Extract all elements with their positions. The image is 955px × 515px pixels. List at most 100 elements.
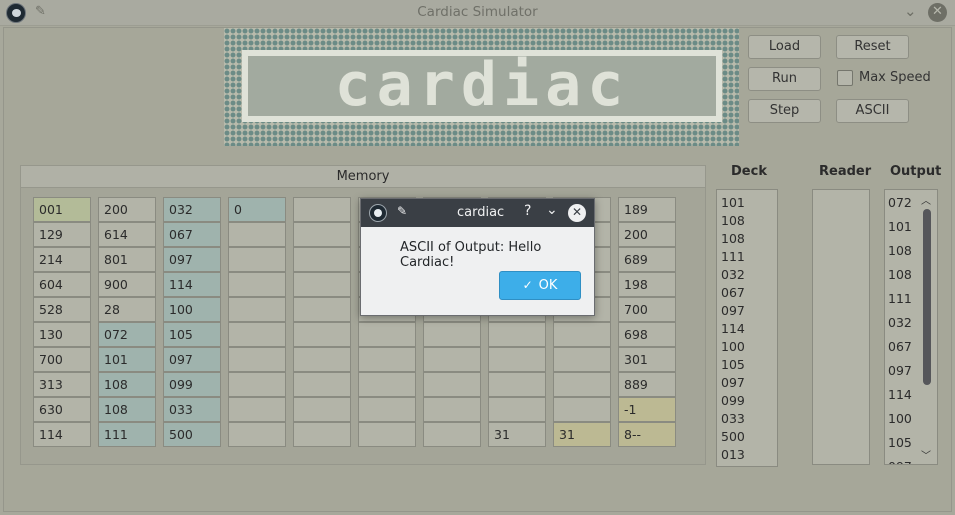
list-item[interactable]: 114: [717, 320, 777, 338]
memory-cell[interactable]: [228, 247, 286, 272]
memory-cell[interactable]: 689: [618, 247, 676, 272]
memory-cell[interactable]: [423, 422, 481, 447]
memory-cell[interactable]: 31: [553, 422, 611, 447]
list-item[interactable]: 108: [717, 230, 777, 248]
help-icon[interactable]: ?: [524, 203, 531, 219]
memory-cell[interactable]: 313: [33, 372, 91, 397]
memory-cell[interactable]: 067: [163, 222, 221, 247]
memory-cell[interactable]: 698: [618, 322, 676, 347]
memory-cell[interactable]: [553, 372, 611, 397]
list-item[interactable]: 032: [717, 266, 777, 284]
list-item[interactable]: 097: [717, 302, 777, 320]
list-item[interactable]: 111: [717, 248, 777, 266]
memory-cell[interactable]: 28: [98, 297, 156, 322]
load-button[interactable]: Load: [748, 35, 821, 59]
memory-cell[interactable]: 129: [33, 222, 91, 247]
run-button[interactable]: Run: [748, 67, 821, 91]
memory-cell[interactable]: [228, 297, 286, 322]
list-item[interactable]: 108: [717, 212, 777, 230]
memory-cell[interactable]: [228, 322, 286, 347]
memory-cell[interactable]: [553, 397, 611, 422]
list-item[interactable]: 099: [717, 392, 777, 410]
memory-cell[interactable]: [228, 222, 286, 247]
memory-cell[interactable]: [488, 372, 546, 397]
ok-button[interactable]: ✓ OK: [499, 271, 581, 300]
memory-cell[interactable]: [228, 272, 286, 297]
reader-list[interactable]: [812, 189, 870, 465]
memory-cell[interactable]: 700: [618, 297, 676, 322]
memory-cell[interactable]: [423, 397, 481, 422]
memory-cell[interactable]: 0: [228, 197, 286, 222]
memory-cell[interactable]: [488, 322, 546, 347]
memory-cell[interactable]: [293, 397, 351, 422]
step-button[interactable]: Step: [748, 99, 821, 123]
memory-cell[interactable]: 198: [618, 272, 676, 297]
memory-cell[interactable]: 604: [33, 272, 91, 297]
memory-cell[interactable]: 114: [163, 272, 221, 297]
memory-cell[interactable]: 111: [98, 422, 156, 447]
memory-cell[interactable]: 8--: [618, 422, 676, 447]
ascii-button[interactable]: ASCII: [836, 99, 909, 123]
memory-cell[interactable]: [423, 372, 481, 397]
memory-cell[interactable]: [293, 322, 351, 347]
memory-cell[interactable]: [293, 347, 351, 372]
memory-cell[interactable]: 097: [163, 247, 221, 272]
memory-cell[interactable]: 101: [98, 347, 156, 372]
memory-cell[interactable]: 500: [163, 422, 221, 447]
memory-cell[interactable]: 099: [163, 372, 221, 397]
memory-cell[interactable]: 801: [98, 247, 156, 272]
list-item[interactable]: 033: [717, 410, 777, 428]
output-scrollbar[interactable]: ︿ ﹀: [919, 190, 935, 464]
memory-cell[interactable]: -1: [618, 397, 676, 422]
memory-cell[interactable]: 200: [618, 222, 676, 247]
memory-cell[interactable]: 31: [488, 422, 546, 447]
memory-cell[interactable]: 889: [618, 372, 676, 397]
memory-cell[interactable]: [293, 272, 351, 297]
memory-cell[interactable]: 097: [163, 347, 221, 372]
memory-cell[interactable]: [358, 422, 416, 447]
memory-cell[interactable]: 700: [33, 347, 91, 372]
close-icon[interactable]: ✕: [928, 3, 947, 22]
memory-cell[interactable]: [553, 347, 611, 372]
memory-cell[interactable]: [358, 372, 416, 397]
memory-cell[interactable]: 108: [98, 372, 156, 397]
dialog-close-icon[interactable]: ✕: [568, 204, 586, 222]
memory-cell[interactable]: 100: [163, 297, 221, 322]
memory-cell[interactable]: [228, 347, 286, 372]
memory-cell[interactable]: [293, 222, 351, 247]
max-speed-checkbox[interactable]: [837, 70, 853, 86]
scroll-thumb[interactable]: [923, 209, 931, 385]
memory-cell[interactable]: [358, 397, 416, 422]
memory-cell[interactable]: 032: [163, 197, 221, 222]
dialog-pin-icon[interactable]: ✎: [397, 204, 407, 218]
memory-cell[interactable]: [293, 372, 351, 397]
memory-cell[interactable]: 108: [98, 397, 156, 422]
list-item[interactable]: 100: [717, 338, 777, 356]
memory-cell[interactable]: [293, 197, 351, 222]
memory-cell[interactable]: 214: [33, 247, 91, 272]
memory-cell[interactable]: 630: [33, 397, 91, 422]
list-item[interactable]: 105: [717, 356, 777, 374]
memory-cell[interactable]: 189: [618, 197, 676, 222]
dialog-minimize-chevron-icon[interactable]: ⌄: [546, 202, 558, 218]
scroll-up-icon[interactable]: ︿: [921, 192, 931, 207]
memory-cell[interactable]: 130: [33, 322, 91, 347]
memory-cell[interactable]: [423, 322, 481, 347]
reset-button[interactable]: Reset: [836, 35, 909, 59]
memory-cell[interactable]: [423, 347, 481, 372]
memory-cell[interactable]: [228, 422, 286, 447]
memory-cell[interactable]: 301: [618, 347, 676, 372]
memory-cell[interactable]: 001: [33, 197, 91, 222]
list-item[interactable]: 013: [717, 446, 777, 464]
memory-cell[interactable]: [358, 322, 416, 347]
memory-cell[interactable]: 200: [98, 197, 156, 222]
memory-cell[interactable]: 114: [33, 422, 91, 447]
memory-cell[interactable]: 900: [98, 272, 156, 297]
minimize-chevron-icon[interactable]: ⌄: [904, 2, 917, 20]
scroll-down-icon[interactable]: ﹀: [921, 447, 931, 462]
memory-cell[interactable]: [488, 347, 546, 372]
memory-cell[interactable]: 528: [33, 297, 91, 322]
list-item[interactable]: 500: [717, 428, 777, 446]
memory-cell[interactable]: 072: [98, 322, 156, 347]
memory-cell[interactable]: [293, 422, 351, 447]
